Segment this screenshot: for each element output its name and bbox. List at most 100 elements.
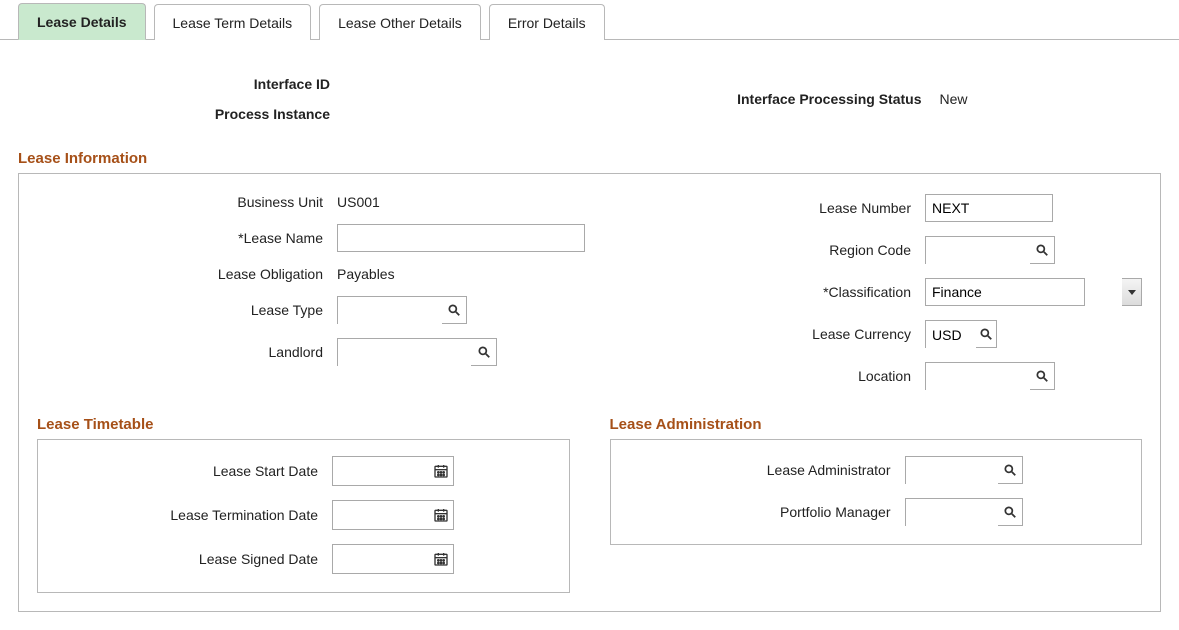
signed-date-input[interactable]	[333, 545, 428, 573]
tab-error-details[interactable]: Error Details	[489, 4, 605, 40]
region-code-input[interactable]	[926, 237, 1030, 265]
termination-date-label: Lease Termination Date	[52, 507, 332, 523]
meta-left: Interface ID Process Instance	[18, 76, 570, 122]
process-instance-label: Process Instance	[18, 106, 348, 122]
landlord-lookup	[337, 338, 497, 366]
row-lease-number: Lease Number	[625, 194, 1142, 222]
row-landlord: Landlord	[37, 338, 585, 366]
region-code-lookup	[925, 236, 1055, 264]
signed-date-label: Lease Signed Date	[52, 551, 332, 567]
lease-obligation-label: Lease Obligation	[37, 266, 337, 282]
lease-type-label: Lease Type	[37, 302, 337, 318]
search-icon	[447, 303, 461, 317]
row-start-date: Lease Start Date	[52, 456, 555, 486]
administration-title: Lease Administration	[610, 416, 1143, 433]
tab-lease-details[interactable]: Lease Details	[18, 3, 146, 40]
row-lease-name: *Lease Name	[37, 224, 585, 252]
lease-type-lookup	[337, 296, 467, 324]
row-lease-type: Lease Type	[37, 296, 585, 324]
lease-info-grid: Business Unit US001 *Lease Name Lease Ob…	[37, 194, 1142, 390]
row-region-code: Region Code	[625, 236, 1142, 264]
administrator-label: Lease Administrator	[625, 462, 905, 478]
administration-box: Lease Administrator Portfolio Manager	[610, 439, 1143, 545]
administrator-search-button[interactable]	[998, 457, 1021, 483]
row-location: Location	[625, 362, 1142, 390]
start-date-picker-button[interactable]	[428, 457, 453, 485]
search-icon	[1035, 369, 1049, 383]
lease-number-label: Lease Number	[625, 200, 925, 216]
portfolio-manager-label: Portfolio Manager	[625, 504, 905, 520]
classification-label: *Classification	[625, 284, 925, 300]
business-unit-label: Business Unit	[37, 194, 337, 210]
tab-lease-term-details[interactable]: Lease Term Details	[154, 4, 312, 40]
lease-currency-input[interactable]	[926, 321, 976, 349]
lease-type-search-button[interactable]	[442, 297, 466, 323]
page-body: Interface ID Process Instance Interface …	[0, 40, 1179, 630]
signed-date-field	[332, 544, 454, 574]
lease-currency-lookup	[925, 320, 997, 348]
status-value: New	[940, 91, 1162, 107]
row-administrator: Lease Administrator	[625, 456, 1128, 484]
search-icon	[1035, 243, 1049, 257]
administrator-input[interactable]	[906, 457, 999, 485]
signed-date-picker-button[interactable]	[428, 545, 453, 573]
search-icon	[1003, 505, 1017, 519]
classification-select[interactable]: Finance	[925, 278, 1085, 306]
business-unit-value: US001	[337, 194, 585, 210]
interface-id-label: Interface ID	[18, 76, 348, 92]
lease-number-input[interactable]	[925, 194, 1053, 222]
lease-info-left: Business Unit US001 *Lease Name Lease Ob…	[37, 194, 585, 390]
portfolio-manager-input[interactable]	[906, 499, 999, 527]
search-icon	[1003, 463, 1017, 477]
location-label: Location	[625, 368, 925, 384]
start-date-input[interactable]	[333, 457, 428, 485]
row-lease-obligation: Lease Obligation Payables	[37, 266, 585, 282]
location-input[interactable]	[926, 363, 1030, 391]
termination-date-picker-button[interactable]	[428, 501, 453, 529]
tab-lease-other-details[interactable]: Lease Other Details	[319, 4, 481, 40]
lease-currency-label: Lease Currency	[625, 326, 925, 342]
portfolio-manager-lookup	[905, 498, 1023, 526]
landlord-input[interactable]	[338, 339, 471, 367]
landlord-search-button[interactable]	[471, 339, 496, 365]
portfolio-manager-search-button[interactable]	[998, 499, 1021, 525]
landlord-label: Landlord	[37, 344, 337, 360]
tab-strip: Lease Details Lease Term Details Lease O…	[0, 0, 1179, 40]
timetable-box: Lease Start Date Lease Termination Date	[37, 439, 570, 593]
timetable-title: Lease Timetable	[37, 416, 570, 433]
administrator-lookup	[905, 456, 1023, 484]
sub-grid: Lease Timetable Lease Start Date	[37, 416, 1142, 593]
region-code-search-button[interactable]	[1030, 237, 1054, 263]
lease-type-input[interactable]	[338, 297, 442, 325]
classification-select-wrap: Finance	[925, 278, 1142, 306]
search-icon	[979, 327, 993, 341]
row-termination-date: Lease Termination Date	[52, 500, 555, 530]
lease-name-input[interactable]	[337, 224, 585, 252]
chevron-down-icon	[1122, 278, 1142, 306]
lease-information-panel: Business Unit US001 *Lease Name Lease Ob…	[18, 173, 1161, 612]
start-date-field	[332, 456, 454, 486]
administration-column: Lease Administration Lease Administrator	[610, 416, 1143, 593]
calendar-icon	[433, 507, 449, 523]
search-icon	[477, 345, 491, 359]
lease-information-title: Lease Information	[18, 150, 1161, 167]
start-date-label: Lease Start Date	[52, 463, 332, 479]
lease-name-label: *Lease Name	[37, 230, 337, 246]
row-lease-currency: Lease Currency	[625, 320, 1142, 348]
row-classification: *Classification Finance	[625, 278, 1142, 306]
row-business-unit: Business Unit US001	[37, 194, 585, 210]
location-search-button[interactable]	[1030, 363, 1054, 389]
region-code-label: Region Code	[625, 242, 925, 258]
location-lookup	[925, 362, 1055, 390]
row-portfolio-manager: Portfolio Manager	[625, 498, 1128, 526]
meta-grid: Interface ID Process Instance Interface …	[18, 58, 1161, 144]
calendar-icon	[433, 551, 449, 567]
lease-currency-search-button[interactable]	[976, 321, 996, 347]
row-signed-date: Lease Signed Date	[52, 544, 555, 574]
termination-date-input[interactable]	[333, 501, 428, 529]
calendar-icon	[433, 463, 449, 479]
status-label: Interface Processing Status	[610, 91, 940, 107]
termination-date-field	[332, 500, 454, 530]
lease-info-right: Lease Number Region Code *Classification	[625, 194, 1142, 390]
lease-obligation-value: Payables	[337, 266, 585, 282]
